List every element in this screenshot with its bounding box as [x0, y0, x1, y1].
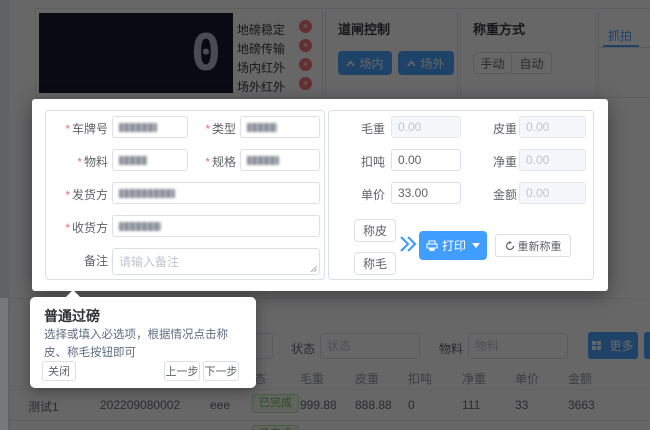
- net-input: 0.00: [519, 149, 586, 171]
- tour-next-button[interactable]: 下一步: [203, 361, 239, 381]
- censored-value: [247, 123, 277, 132]
- type-label: *类型: [192, 120, 236, 137]
- shipper-input[interactable]: [112, 182, 320, 204]
- caret-down-icon: [472, 243, 480, 248]
- vehicle-form-box: *车牌号 *类型 *物料 *规格 *发货方 *收货方 备注: [45, 110, 325, 280]
- price-label: 单价: [349, 186, 385, 203]
- tour-prev-button[interactable]: 上一步: [164, 361, 200, 381]
- remark-label: 备注: [46, 252, 108, 269]
- spec-label: *规格: [192, 153, 236, 170]
- plate-label: *车牌号: [46, 120, 108, 137]
- shipper-label: *发货方: [46, 186, 108, 203]
- net-label: 净重: [481, 153, 517, 170]
- spec-input[interactable]: [240, 149, 320, 171]
- required-marker: *: [77, 155, 82, 169]
- receiver-input[interactable]: [112, 215, 320, 237]
- censored-value: [247, 156, 279, 165]
- gross-label: 毛重: [349, 120, 385, 137]
- censored-value: [119, 222, 161, 231]
- deduct-input[interactable]: 0.00: [391, 149, 461, 171]
- remark-textarea[interactable]: [113, 249, 319, 274]
- required-marker: *: [205, 122, 210, 136]
- required-marker: *: [65, 188, 70, 202]
- censored-value: [119, 123, 157, 132]
- reweigh-button[interactable]: 重新称重: [495, 234, 571, 257]
- censored-value: [119, 189, 175, 198]
- tour-popover: 普通过磅 选择或填入必选项，根据情况点击称皮、称毛按钮即可 关闭 上一步 下一步: [30, 297, 256, 388]
- double-chevron-right-icon: [398, 235, 418, 253]
- remark-field-wrap: [112, 248, 320, 275]
- weighbridge-app-screen: 0 地磅稳定 × 地磅传输 × 场内红外 × 场外红外 × 道闸控制: [0, 0, 650, 430]
- tour-title: 普通过磅: [44, 306, 100, 326]
- amount-label: 金额: [481, 186, 517, 203]
- required-marker: *: [65, 221, 70, 235]
- material-input[interactable]: [112, 149, 188, 171]
- tour-description: 选择或填入必选项，根据情况点击称皮、称毛按钮即可: [44, 327, 244, 363]
- material-label: *物料: [46, 153, 108, 170]
- tour-close-button[interactable]: 关闭: [42, 361, 76, 381]
- receiver-label: *收货方: [46, 219, 108, 236]
- deduct-label: 扣吨: [349, 153, 385, 170]
- weigh-form-popup: *车牌号 *类型 *物料 *规格 *发货方 *收货方 备注 毛重: [32, 99, 608, 291]
- printer-icon: [426, 240, 438, 252]
- tare-label: 皮重: [481, 120, 517, 137]
- weights-box: 毛重 0.00 皮重 0.00 扣吨 0.00 净重 0.00 单价 33.00…: [328, 110, 594, 280]
- tare-input: 0.00: [519, 116, 586, 138]
- amount-input: 0.00: [519, 182, 586, 204]
- print-button[interactable]: 打印: [419, 231, 487, 260]
- required-marker: *: [205, 155, 210, 169]
- price-input[interactable]: 33.00: [391, 182, 461, 204]
- censored-value: [119, 156, 147, 165]
- plate-input[interactable]: [112, 116, 188, 138]
- weigh-tare-button[interactable]: 称皮: [354, 219, 396, 242]
- weigh-gross-button[interactable]: 称毛: [354, 252, 396, 275]
- type-input[interactable]: [240, 116, 320, 138]
- refresh-icon: [505, 241, 515, 251]
- resize-handle-icon[interactable]: [310, 265, 318, 273]
- left-edge-highlight: [0, 298, 8, 430]
- required-marker: *: [65, 122, 70, 136]
- gross-input: 0.00: [391, 116, 461, 138]
